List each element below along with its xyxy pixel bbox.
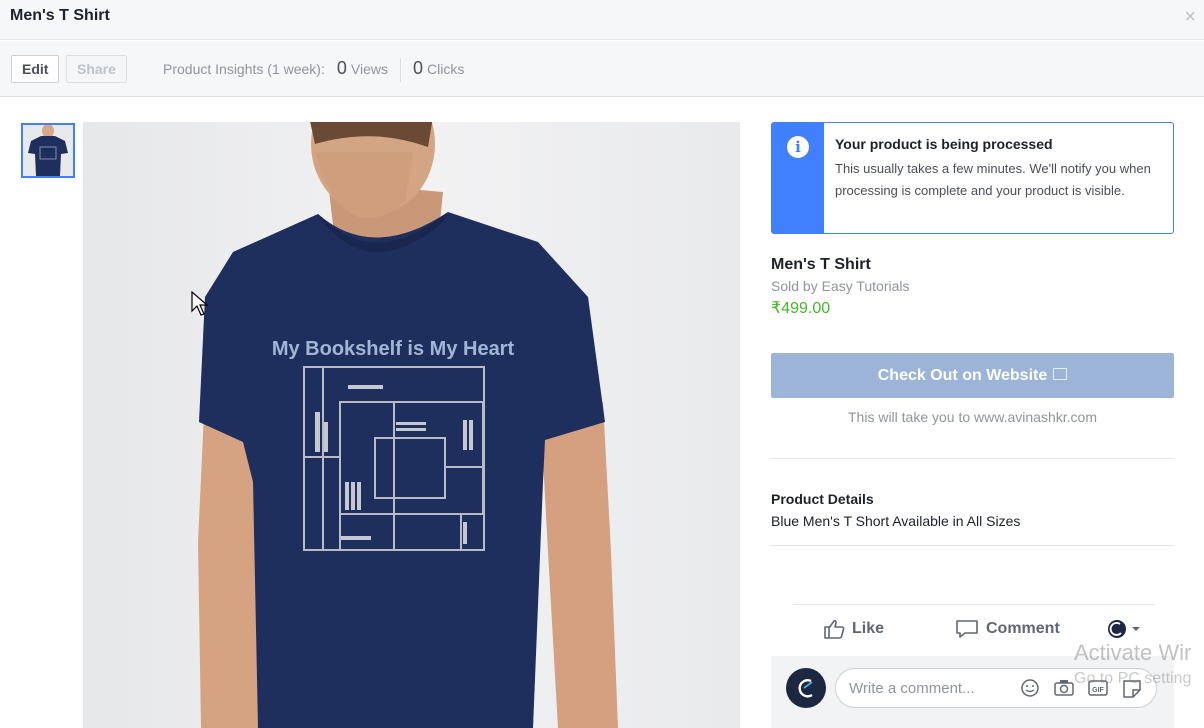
camera-icon[interactable]: [1053, 678, 1075, 698]
info-icon: i: [787, 136, 809, 158]
shirt-print-text: My Bookshelf is My Heart: [272, 338, 515, 360]
processing-notice: i Your product is being processed This u…: [771, 122, 1174, 234]
activation-watermark-sub: Go to PC setting: [1074, 670, 1192, 687]
share-button[interactable]: Share: [66, 55, 127, 83]
redirect-text: This will take you to www.avinashkr.com: [848, 409, 1097, 425]
product-thumbnail[interactable]: [21, 123, 75, 178]
like-button[interactable]: Like: [823, 619, 884, 639]
activation-watermark: Activate Wir: [1074, 640, 1192, 665]
product-name: Men's T Shirt: [771, 256, 871, 273]
insights-label: Product Insights (1 week):: [163, 61, 325, 77]
details-text: Blue Men's T Short Available in All Size…: [771, 513, 1021, 529]
avatar[interactable]: [786, 668, 826, 708]
mouse-cursor-icon: [191, 291, 209, 316]
profile-dropdown-icon: [1108, 620, 1140, 638]
divider: [771, 458, 1174, 459]
comment-button[interactable]: Comment: [955, 619, 1060, 639]
like-icon: [824, 619, 845, 639]
notice-accent: i: [772, 123, 824, 233]
profile-switcher[interactable]: [1107, 619, 1150, 639]
clicks-label: Clicks: [426, 61, 465, 77]
seller-text[interactable]: Sold by Easy Tutorials: [771, 278, 910, 294]
dialog-title: Men's T Shirt: [10, 7, 110, 24]
notice-title: Your product is being processed: [835, 136, 1053, 152]
product-photo: My Bookshelf is My Heart: [83, 122, 740, 728]
views-label: Views: [350, 61, 388, 77]
external-link-icon: [1053, 367, 1068, 380]
insights-divider: [399, 58, 401, 82]
emoji-icon[interactable]: [1019, 678, 1041, 698]
dialog-header: Men's T Shirt ×: [0, 0, 1204, 40]
views-count: 0: [336, 58, 347, 78]
checkout-button[interactable]: Check Out on Website: [771, 353, 1174, 398]
brand-logo-icon: [798, 679, 813, 698]
product-price: ₹499.00: [771, 300, 831, 317]
svg-text:GIF: GIF: [1092, 687, 1104, 694]
checkout-label: Check Out on Website: [877, 367, 1048, 384]
close-icon[interactable]: ×: [1184, 6, 1196, 29]
like-label: Like: [852, 620, 885, 637]
product-insights: Product Insights (1 week): 0 Views 0 Cli…: [163, 58, 464, 82]
divider: [771, 545, 1174, 546]
comment-icon: [956, 620, 978, 638]
toolbar: Edit Share Product Insights (1 week): 0 …: [0, 41, 1204, 97]
notice-body: This usually takes a few minutes. We'll …: [835, 161, 1151, 198]
comment-label: Comment: [986, 620, 1060, 637]
clicks-count: 0: [412, 58, 423, 78]
comment-composer: GIF: [771, 656, 1174, 728]
edit-button[interactable]: Edit: [11, 55, 60, 83]
details-heading: Product Details: [771, 491, 874, 507]
